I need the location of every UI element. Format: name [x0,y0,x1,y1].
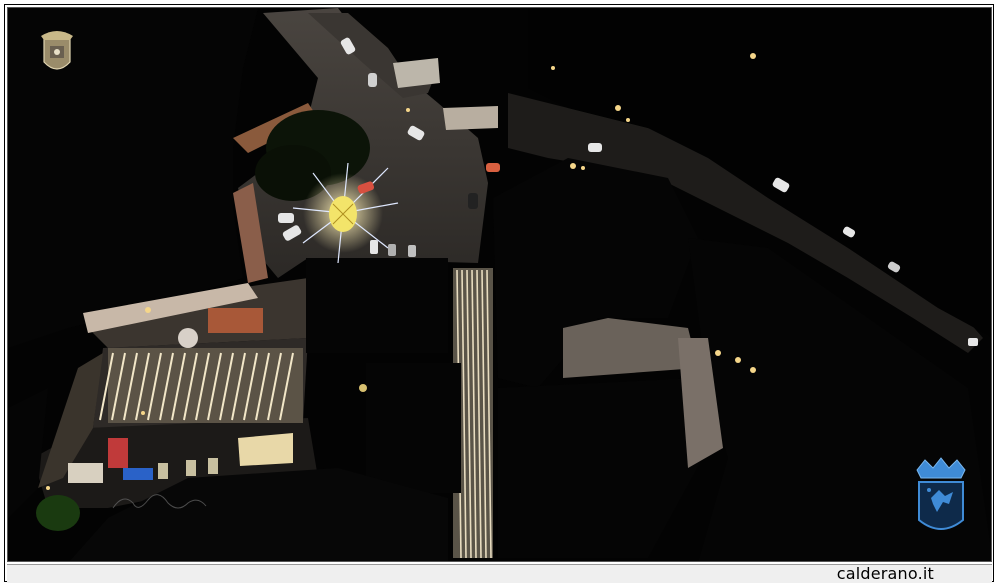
aerial-photo [7,7,992,562]
town-crest-icon [41,31,73,70]
caption-bar: calderano.it [7,564,992,583]
coat-of-arms-icon [916,457,966,530]
site-caption: calderano.it [836,564,934,583]
night-aerial-scene [8,8,991,561]
